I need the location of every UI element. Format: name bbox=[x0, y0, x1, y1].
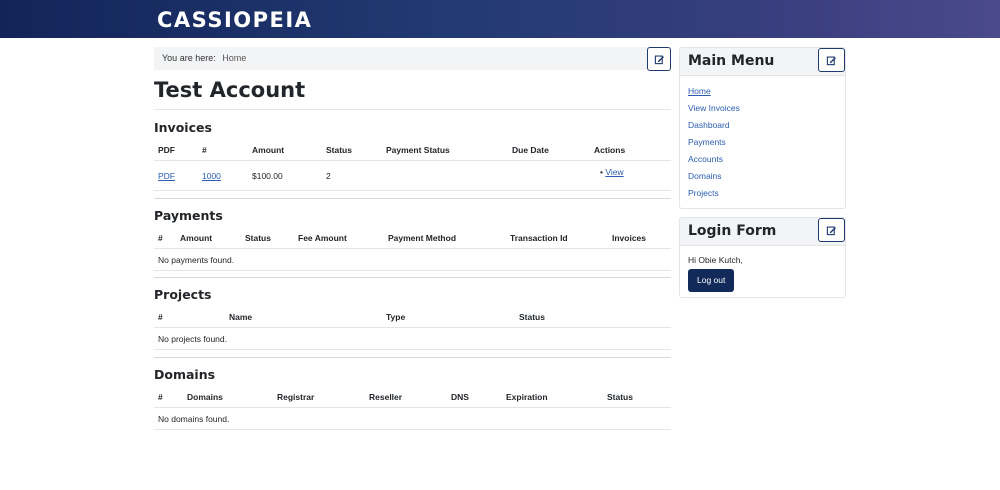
page-title: Test Account bbox=[154, 78, 306, 102]
projects-heading: Projects bbox=[154, 287, 212, 302]
menu-item-home[interactable]: Home bbox=[688, 86, 711, 96]
invoice-number-link[interactable]: 1000 bbox=[202, 171, 221, 181]
column-header: Due Date bbox=[512, 145, 549, 155]
column-header: # bbox=[158, 392, 163, 402]
edit-breadcrumb-button[interactable] bbox=[647, 47, 671, 71]
payments-empty-message: No payments found. bbox=[154, 248, 671, 271]
user-greeting: Hi Obie Kutch, bbox=[688, 255, 743, 265]
column-header: Transaction Id bbox=[510, 233, 568, 243]
logout-button[interactable]: Log out bbox=[688, 269, 735, 292]
projects-table: # Name Type Status No projects found. bbox=[154, 307, 671, 350]
menu-item-domains[interactable]: Domains bbox=[688, 171, 722, 181]
login-form-heading: Login Form bbox=[688, 223, 777, 239]
main-menu-heading: Main Menu bbox=[688, 53, 775, 69]
column-header: Payment Status bbox=[386, 145, 450, 155]
breadcrumb-home: Home bbox=[222, 53, 247, 63]
main-menu-header: Main Menu bbox=[680, 48, 845, 76]
column-header: PDF bbox=[158, 145, 175, 155]
edit-icon bbox=[826, 56, 836, 65]
section-divider bbox=[154, 198, 671, 199]
table-header-row: # Domains Registrar Reseller DNS Expirat… bbox=[154, 387, 671, 408]
table-row: No domains found. bbox=[154, 407, 671, 430]
bullet-icon: • bbox=[600, 167, 603, 177]
column-header: Registrar bbox=[277, 392, 315, 402]
edit-icon bbox=[654, 55, 664, 64]
menu-item-payments[interactable]: Payments bbox=[688, 137, 726, 147]
menu-item-view-invoices[interactable]: View Invoices bbox=[688, 103, 740, 113]
column-header: Status bbox=[245, 233, 271, 243]
invoice-pdf-link[interactable]: PDF bbox=[158, 171, 175, 181]
title-divider bbox=[154, 109, 671, 110]
top-header: CASSIOPEIA bbox=[0, 0, 1000, 38]
payments-heading: Payments bbox=[154, 208, 223, 223]
payments-section: Payments # Amount Status Fee Amount Paym… bbox=[154, 208, 671, 271]
column-header: Type bbox=[386, 312, 406, 322]
edit-main-menu-button[interactable] bbox=[818, 48, 845, 72]
invoice-payment-status bbox=[382, 160, 508, 191]
main-menu-list: Home View Invoices Dashboard Payments Ac… bbox=[680, 76, 845, 208]
main-content: You are here: Home Test Account Invoices… bbox=[154, 47, 671, 430]
table-header-row: # Name Type Status bbox=[154, 307, 671, 328]
menu-item-projects[interactable]: Projects bbox=[688, 188, 719, 198]
invoice-due-date bbox=[508, 160, 590, 191]
column-header: Fee Amount bbox=[298, 233, 347, 243]
column-header: Amount bbox=[180, 233, 213, 243]
invoices-table: PDF # Amount Status Payment Status Due D… bbox=[154, 140, 671, 191]
projects-section: Projects # Name Type Status No projects … bbox=[154, 287, 671, 350]
projects-empty-message: No projects found. bbox=[154, 327, 671, 350]
domains-section: Domains # Domains Registrar Reseller DNS… bbox=[154, 367, 671, 430]
column-header: Expiration bbox=[506, 392, 548, 402]
section-divider bbox=[154, 357, 671, 358]
column-header: Status bbox=[607, 392, 633, 402]
edit-icon bbox=[826, 226, 836, 235]
section-divider bbox=[154, 277, 671, 278]
column-header: Name bbox=[229, 312, 253, 322]
column-header: Amount bbox=[252, 145, 285, 155]
column-header: Payment Method bbox=[388, 233, 457, 243]
column-header: Domains bbox=[187, 392, 223, 402]
domains-heading: Domains bbox=[154, 367, 216, 382]
domains-table: # Domains Registrar Reseller DNS Expirat… bbox=[154, 387, 671, 430]
site-logo[interactable]: CASSIOPEIA bbox=[157, 8, 312, 32]
column-header: # bbox=[202, 145, 207, 155]
login-form-body: Hi Obie Kutch, Log out bbox=[680, 246, 845, 301]
menu-item-dashboard[interactable]: Dashboard bbox=[688, 120, 730, 130]
payments-table: # Amount Status Fee Amount Payment Metho… bbox=[154, 228, 671, 271]
breadcrumb-label: You are here: bbox=[162, 53, 216, 63]
column-header: DNS bbox=[451, 392, 469, 402]
table-header-row: PDF # Amount Status Payment Status Due D… bbox=[154, 140, 671, 161]
menu-item-accounts[interactable]: Accounts bbox=[688, 154, 723, 164]
column-header: Invoices bbox=[612, 233, 647, 243]
column-header: Status bbox=[519, 312, 545, 322]
main-menu-module: Main Menu Home View Invoices Dashboard P… bbox=[679, 47, 846, 209]
table-row: No projects found. bbox=[154, 327, 671, 350]
column-header: Reseller bbox=[369, 392, 403, 402]
table-row: No payments found. bbox=[154, 248, 671, 271]
column-header: # bbox=[158, 233, 163, 243]
table-header-row: # Amount Status Fee Amount Payment Metho… bbox=[154, 228, 671, 249]
invoice-view-link[interactable]: View bbox=[605, 167, 623, 177]
edit-login-form-button[interactable] bbox=[818, 218, 845, 242]
invoice-amount: $100.00 bbox=[248, 160, 322, 191]
breadcrumb: You are here: Home bbox=[154, 47, 671, 70]
column-header: # bbox=[158, 312, 163, 322]
invoices-section: Invoices PDF # Amount Status Payment Sta… bbox=[154, 120, 671, 191]
login-form-header: Login Form bbox=[680, 218, 845, 246]
column-header: Status bbox=[326, 145, 352, 155]
domains-empty-message: No domains found. bbox=[154, 407, 671, 430]
table-row: PDF 1000 $100.00 2 • View bbox=[154, 160, 671, 191]
invoice-status: 2 bbox=[322, 160, 382, 191]
login-form-module: Login Form Hi Obie Kutch, Log out bbox=[679, 217, 846, 298]
column-header: Actions bbox=[594, 145, 626, 155]
invoices-heading: Invoices bbox=[154, 120, 212, 135]
